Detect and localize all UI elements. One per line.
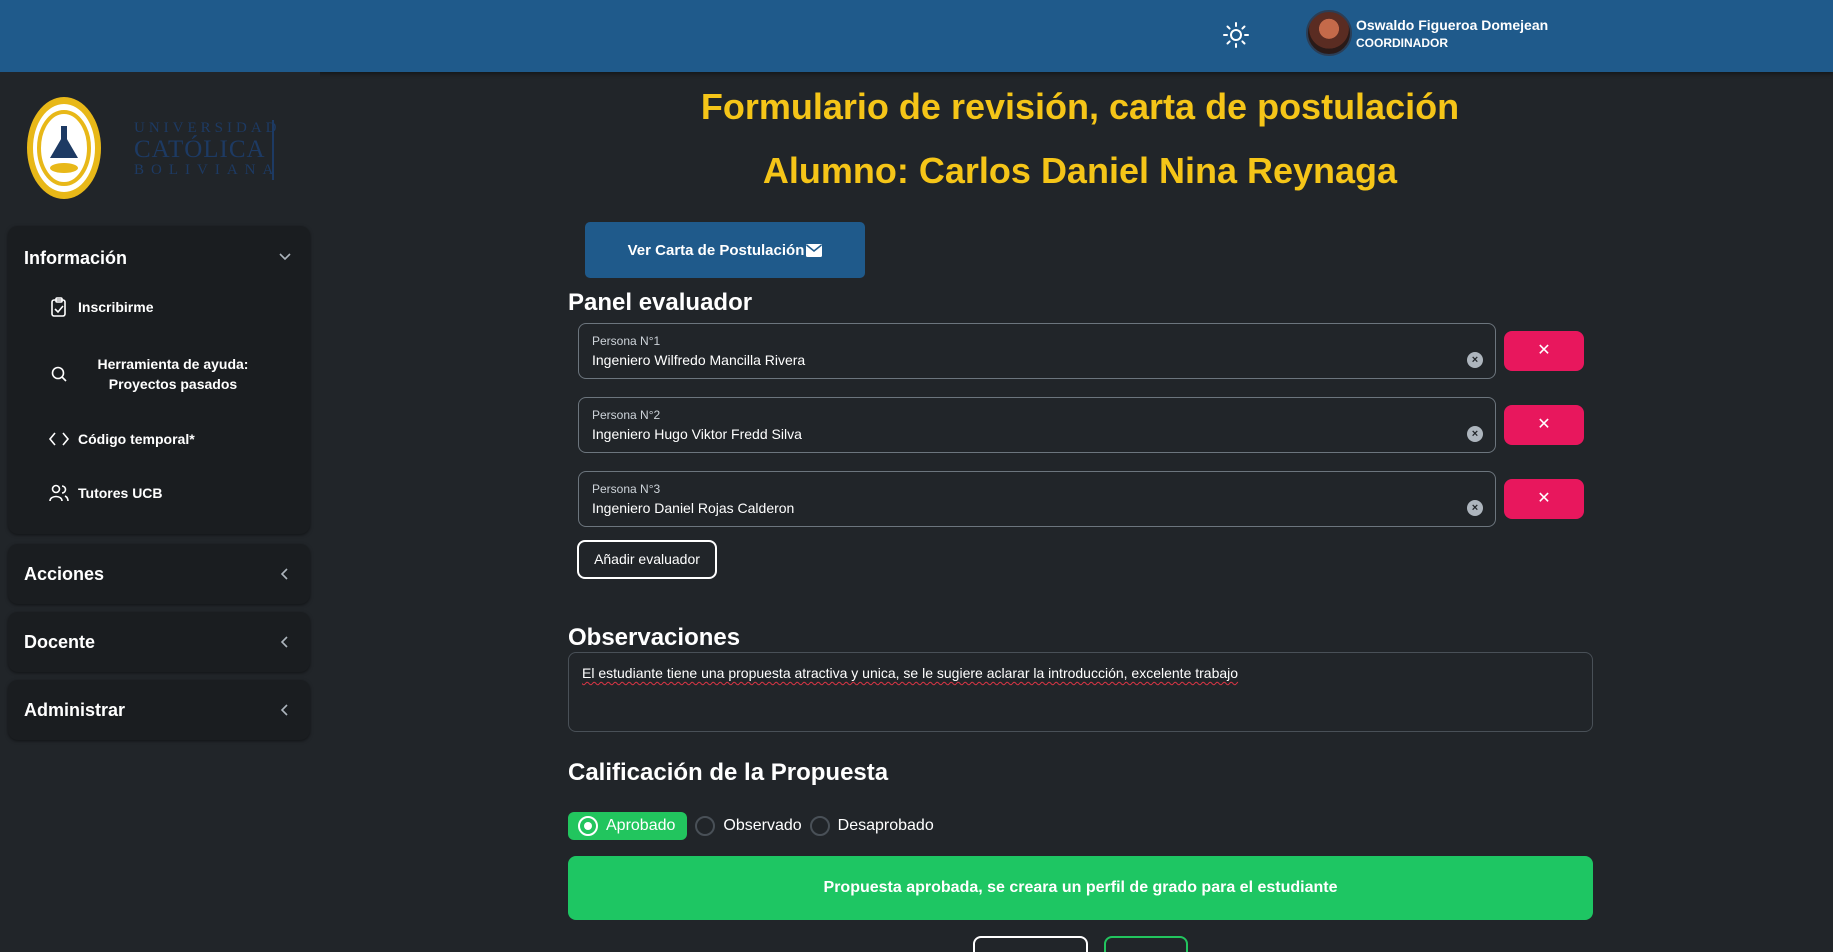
sidebar-item-tutores-ucb[interactable]: Tutores UCB: [48, 482, 288, 504]
cancel-button[interactable]: [973, 936, 1088, 952]
menu-informacion-header[interactable]: Información: [24, 248, 127, 269]
chevron-left-icon: [280, 704, 288, 716]
result-banner: Propuesta aprobada, se creara un perfil …: [568, 856, 1593, 920]
evaluator-field-3[interactable]: Persona N°3 Ingeniero Daniel Rojas Calde…: [578, 471, 1496, 527]
radio-dot: [578, 816, 598, 836]
radio-observado[interactable]: Observado: [687, 812, 802, 840]
menu-docente-header: Docente: [24, 632, 96, 652]
chevron-left-icon: [280, 636, 288, 648]
clear-icon[interactable]: ×: [1467, 426, 1483, 442]
menu-informacion: Información Inscribirme Herramienta de a…: [8, 226, 310, 534]
radio-dot: [695, 816, 716, 836]
menu-docente[interactable]: Docente: [8, 612, 310, 672]
delete-evaluator-button[interactable]: ✕: [1504, 331, 1584, 371]
menu-administrar[interactable]: Administrar: [8, 680, 310, 740]
radio-dot: [809, 816, 830, 836]
menu-acciones[interactable]: Acciones: [8, 544, 310, 604]
sidebar: UNIVERSIDAD CATÓLICA BOLIVIANA Informaci…: [0, 72, 320, 952]
observations-title: Observaciones: [568, 624, 741, 651]
student-name: Alumno: Carlos Daniel Nina Reynaga: [762, 150, 1398, 191]
top-navbar: Oswaldo Figueroa Domejean COORDINADOR: [0, 0, 1833, 72]
observations-textarea[interactable]: El estudiante tiene una propuesta atract…: [568, 652, 1593, 732]
sidebar-item-herramienta-ayuda[interactable]: Herramienta de ayuda: Proyectos pasados: [48, 354, 288, 394]
sidebar-item-inscribirme[interactable]: Inscribirme: [48, 296, 288, 318]
user-avatar[interactable]: [1306, 10, 1352, 56]
user-name[interactable]: Oswaldo Figueroa Domejean: [1356, 17, 1548, 33]
radio-aprobado[interactable]: Aprobado: [568, 812, 688, 840]
delete-evaluator-button[interactable]: ✕: [1504, 479, 1584, 519]
theme-toggle-icon[interactable]: [1223, 22, 1249, 48]
chevron-down-icon[interactable]: [278, 250, 292, 264]
sidebar-item-label: Código temporal*: [78, 431, 195, 447]
page-title: Formulario de revisión, carta de postula…: [700, 86, 1460, 127]
grading-radio-group: Aprobado Observado Desaprobado: [568, 812, 934, 840]
code-icon: [48, 432, 70, 446]
clear-icon[interactable]: ×: [1467, 352, 1483, 368]
evaluator-field-1[interactable]: Persona N°1 Ingeniero Wilfredo Mancilla …: [578, 323, 1496, 379]
clipboard-icon: [51, 297, 66, 317]
search-icon: [51, 366, 67, 382]
submit-button[interactable]: [1104, 936, 1188, 952]
view-letter-button[interactable]: Ver Carta de Postulación: [585, 222, 865, 278]
users-icon: [49, 484, 69, 502]
chevron-left-icon: [280, 568, 288, 580]
observations-text: El estudiante tiene una propuesta atract…: [582, 665, 1239, 681]
add-evaluator-button[interactable]: Añadir evaluador: [577, 540, 717, 579]
menu-administrar-header: Administrar: [24, 700, 126, 720]
user-role: COORDINADOR: [1356, 36, 1448, 50]
clear-icon[interactable]: ×: [1467, 500, 1483, 516]
sidebar-item-label: Herramienta de ayuda: Proyectos pasados: [97, 356, 249, 392]
delete-evaluator-button[interactable]: ✕: [1504, 405, 1584, 445]
sidebar-item-codigo-temporal[interactable]: Código temporal*: [48, 428, 288, 450]
grading-title: Calificación de la Propuesta: [568, 759, 889, 786]
evaluator-field-2[interactable]: Persona N°2 Ingeniero Hugo Viktor Fredd …: [578, 397, 1496, 453]
envelope-icon: [806, 243, 823, 257]
radio-desaprobado[interactable]: Desaprobado: [802, 812, 934, 840]
panel-evaluador-title: Panel evaluador: [568, 289, 753, 316]
sidebar-item-label: Tutores UCB: [78, 485, 163, 501]
sidebar-item-label: Inscribirme: [78, 299, 154, 315]
menu-acciones-header: Acciones: [24, 564, 105, 584]
